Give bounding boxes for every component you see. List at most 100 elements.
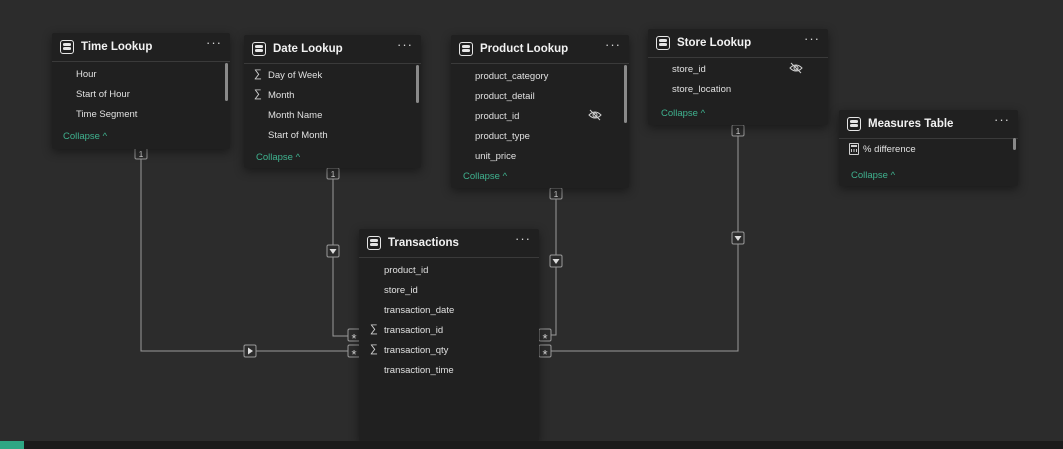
more-options-icon[interactable]: ··· — [397, 38, 413, 55]
field-name: store_location — [672, 84, 732, 95]
table-card-store-lookup[interactable]: Store Lookup ··· store_id store_location… — [648, 29, 828, 125]
eye-off-icon — [588, 109, 602, 121]
sigma-icon: ∑ — [370, 323, 378, 335]
card-title: Time Lookup — [81, 41, 153, 53]
field-row[interactable]: store_id — [648, 59, 828, 79]
field-row[interactable]: % difference — [839, 139, 1018, 159]
field-name: Start of Month — [268, 130, 328, 141]
field-name: Month Name — [268, 110, 323, 121]
field-name: product_category — [475, 71, 549, 82]
more-options-icon[interactable]: ··· — [994, 113, 1010, 130]
collapse-button[interactable]: Collapse ^ — [851, 170, 895, 181]
collapse-button[interactable]: Collapse ^ — [63, 131, 107, 142]
eye-off-icon — [789, 62, 803, 74]
card-header[interactable]: Product Lookup ··· — [451, 35, 629, 64]
table-icon — [459, 42, 473, 56]
many-label: * — [351, 347, 356, 362]
table-card-measures-table[interactable]: Measures Table ··· % difference Collapse… — [839, 110, 1018, 186]
card-header[interactable]: Time Lookup ··· — [52, 33, 230, 62]
card-title: Transactions — [388, 237, 459, 249]
table-icon — [367, 236, 381, 250]
more-options-icon[interactable]: ··· — [605, 38, 621, 55]
many-marker-product: * — [538, 328, 552, 346]
sigma-icon: ∑ — [254, 68, 262, 80]
field-row[interactable]: Time Segment — [52, 104, 230, 124]
field-name: % difference — [863, 144, 916, 155]
one-marker-product: 1 — [549, 187, 563, 200]
field-name: Hour — [76, 69, 97, 80]
arrow-down-icon — [326, 244, 340, 258]
bottom-tab-accent[interactable] — [0, 441, 24, 449]
more-options-icon[interactable]: ··· — [206, 36, 222, 53]
card-title: Measures Table — [868, 118, 954, 130]
one-label: 1 — [331, 169, 336, 179]
field-row[interactable]: ∑ Month — [244, 85, 421, 105]
field-row[interactable]: store_id — [359, 280, 539, 300]
one-label: 1 — [736, 126, 741, 136]
field-name: store_id — [672, 64, 706, 75]
bottom-status-bar — [0, 441, 1063, 449]
table-icon — [252, 42, 266, 56]
field-row[interactable]: product_id — [451, 106, 629, 126]
more-options-icon[interactable]: ··· — [515, 232, 531, 249]
many-marker-store: * — [538, 344, 552, 362]
table-card-transactions[interactable]: Transactions ··· product_id store_id tra… — [359, 229, 539, 441]
collapse-button[interactable]: Collapse ^ — [661, 108, 705, 119]
field-name: unit_price — [475, 151, 517, 162]
one-marker-date: 1 — [326, 167, 340, 180]
arrow-right-icon — [243, 344, 257, 358]
field-name: transaction_time — [384, 365, 454, 376]
table-icon — [847, 117, 861, 131]
field-row[interactable]: Start of Hour — [52, 84, 230, 104]
calculator-icon — [849, 143, 859, 155]
field-row[interactable]: product_detail — [451, 86, 629, 106]
one-label: 1 — [139, 149, 144, 159]
field-row[interactable]: ∑ transaction_id — [359, 320, 539, 340]
table-card-date-lookup[interactable]: Date Lookup ··· ∑ Day of Week ∑ Month Mo… — [244, 35, 421, 168]
field-row[interactable]: Start of Month — [244, 125, 421, 145]
field-row[interactable]: store_location — [648, 79, 828, 99]
card-header[interactable]: Date Lookup ··· — [244, 35, 421, 64]
more-options-icon[interactable]: ··· — [804, 32, 820, 49]
field-name: Start of Hour — [76, 89, 130, 100]
field-row[interactable]: ∑ Day of Week — [244, 65, 421, 85]
card-header[interactable]: Transactions ··· — [359, 229, 539, 258]
field-name: product_type — [475, 131, 530, 142]
field-row[interactable]: product_id — [359, 260, 539, 280]
sigma-icon: ∑ — [254, 88, 262, 100]
field-row[interactable]: transaction_date — [359, 300, 539, 320]
field-row[interactable]: unit_price — [451, 146, 629, 166]
field-row[interactable]: product_category — [451, 66, 629, 86]
field-name: Day of Week — [268, 70, 323, 81]
field-name: Month — [268, 90, 295, 101]
collapse-button[interactable]: Collapse ^ — [463, 171, 507, 182]
field-name: product_id — [475, 111, 520, 122]
field-name: transaction_date — [384, 305, 455, 316]
card-title: Store Lookup — [677, 37, 752, 49]
model-canvas[interactable]: 1 1 1 1 * * * * Time Lookup ··· Hour Sta… — [0, 0, 1063, 449]
field-name: product_id — [384, 265, 429, 276]
one-marker-time: 1 — [134, 147, 148, 160]
one-marker-store: 1 — [731, 124, 745, 137]
card-header[interactable]: Measures Table ··· — [839, 110, 1018, 139]
collapse-button[interactable]: Collapse ^ — [256, 152, 300, 163]
sigma-icon: ∑ — [370, 343, 378, 355]
field-row[interactable]: ∑ transaction_qty — [359, 340, 539, 360]
table-card-product-lookup[interactable]: Product Lookup ··· product_category prod… — [451, 35, 629, 188]
rel-product-transactions — [540, 188, 557, 336]
card-title: Product Lookup — [480, 43, 569, 55]
field-row[interactable]: transaction_time — [359, 360, 539, 380]
table-icon — [60, 40, 74, 54]
table-card-time-lookup[interactable]: Time Lookup ··· Hour Start of Hour Time … — [52, 33, 230, 149]
rel-time-transactions — [140, 148, 358, 352]
field-name: transaction_qty — [384, 345, 449, 356]
field-row[interactable]: Hour — [52, 64, 230, 84]
field-name: Time Segment — [76, 109, 138, 120]
card-header[interactable]: Store Lookup ··· — [648, 29, 828, 58]
field-name: store_id — [384, 285, 418, 296]
one-label: 1 — [554, 189, 559, 199]
rel-date-transactions — [332, 168, 358, 337]
field-row[interactable]: Month Name — [244, 105, 421, 125]
many-label: * — [351, 331, 356, 346]
field-row[interactable]: product_type — [451, 126, 629, 146]
